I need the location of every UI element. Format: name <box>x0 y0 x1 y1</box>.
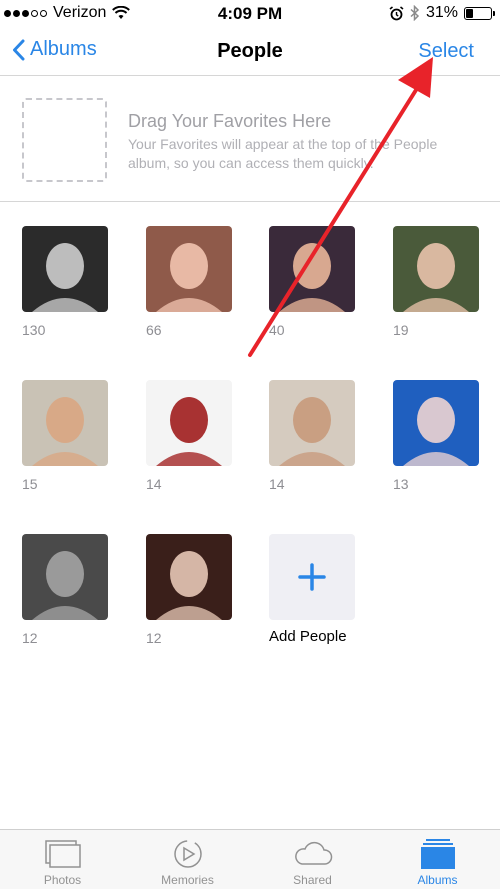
person-cell: 66 <box>146 226 232 338</box>
photo-count: 14 <box>146 476 162 492</box>
alarm-icon <box>389 5 404 20</box>
person-cell: 13 <box>393 380 479 492</box>
person-cell: 19 <box>393 226 479 338</box>
battery-fill <box>466 8 474 18</box>
tab-label: Albums <box>417 873 458 887</box>
albums-icon <box>420 839 455 869</box>
memories-icon <box>173 840 202 868</box>
photo-count: 12 <box>146 630 162 646</box>
favorites-description: Your Favorites will appear at the top of… <box>128 136 438 171</box>
person-cell: 12 <box>146 534 232 646</box>
tab-label: Shared <box>293 873 332 887</box>
add-people-cell: Add People <box>269 534 355 645</box>
person-photo[interactable] <box>146 380 232 466</box>
person-cell: 14 <box>146 380 232 492</box>
photo-count: 12 <box>22 630 38 646</box>
person-photo[interactable] <box>269 380 355 466</box>
person-cell: 14 <box>269 380 355 492</box>
photo-count: 19 <box>393 322 409 338</box>
tab-label: Memories <box>161 873 214 887</box>
tab-bar: Photos Memories Shared Albums <box>0 829 500 889</box>
person-photo[interactable] <box>393 380 479 466</box>
face-silhouette-icon <box>156 551 222 620</box>
status-right: 31% <box>389 4 495 22</box>
photo-count: 40 <box>269 322 285 338</box>
bluetooth-icon <box>410 5 420 21</box>
add-people-button[interactable] <box>269 534 355 620</box>
face-silhouette-icon <box>156 243 222 312</box>
battery-icon <box>464 6 495 20</box>
tab-albums[interactable]: Albums <box>375 830 500 889</box>
face-silhouette-icon <box>279 243 345 312</box>
select-button[interactable]: Select <box>418 40 474 63</box>
favorites-drop-zone[interactable] <box>22 98 107 182</box>
person-cell: 40 <box>269 226 355 338</box>
face-silhouette-icon <box>32 243 98 312</box>
navigation-bar: Albums People Select <box>0 30 500 76</box>
person-photo[interactable] <box>269 226 355 312</box>
plus-icon <box>298 563 326 591</box>
tab-label: Photos <box>43 873 82 887</box>
tab-photos[interactable]: Photos <box>0 830 125 889</box>
person-cell: 15 <box>22 380 108 492</box>
face-silhouette-icon <box>32 397 98 466</box>
person-photo[interactable] <box>22 534 108 620</box>
tab-shared[interactable]: Shared <box>250 830 375 889</box>
face-silhouette-icon <box>156 397 222 466</box>
person-photo[interactable] <box>22 380 108 466</box>
photo-count: 130 <box>22 322 46 338</box>
person-cell: 130 <box>22 226 108 338</box>
tab-memories[interactable]: Memories <box>125 830 250 889</box>
status-bar: Verizon 4:09 PM 31% <box>0 0 500 30</box>
face-silhouette-icon <box>403 397 469 466</box>
photo-count: 13 <box>393 476 409 492</box>
face-silhouette-icon <box>32 551 98 620</box>
face-silhouette-icon <box>279 397 345 466</box>
person-photo[interactable] <box>146 226 232 312</box>
favorites-drop-section: Drag Your Favorites Here Your Favorites … <box>0 77 500 202</box>
person-photo[interactable] <box>22 226 108 312</box>
face-silhouette-icon <box>403 243 469 312</box>
favorites-title: Drag Your Favorites Here <box>128 111 332 131</box>
person-photo[interactable] <box>146 534 232 620</box>
photos-icon <box>44 840 81 868</box>
cloud-icon <box>294 841 332 865</box>
add-people-label: Add People <box>269 628 347 645</box>
battery-percent: 31% <box>425 4 458 21</box>
photo-count: 15 <box>22 476 38 492</box>
person-photo[interactable] <box>393 226 479 312</box>
photo-count: 14 <box>269 476 285 492</box>
photo-count: 66 <box>146 322 162 338</box>
person-cell: 12 <box>22 534 108 646</box>
